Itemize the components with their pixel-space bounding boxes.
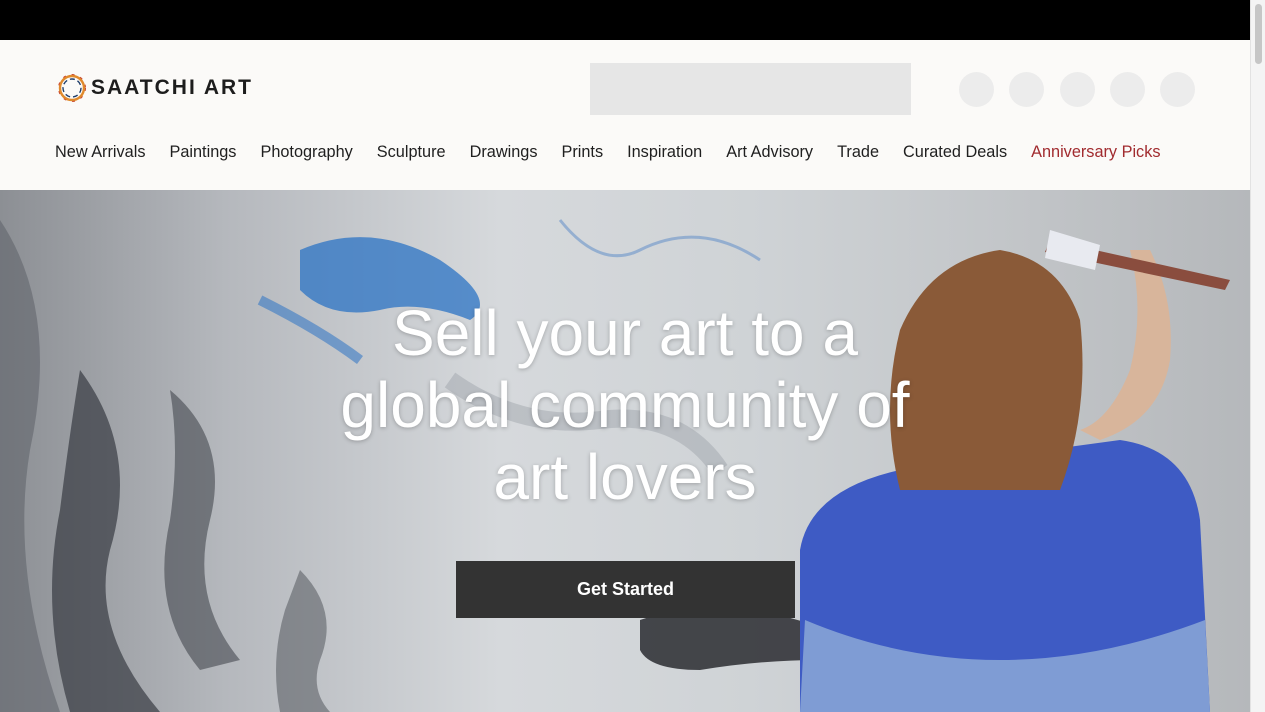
nav-item-anniversary-picks[interactable]: Anniversary Picks	[1031, 143, 1160, 162]
search-input[interactable]	[590, 63, 911, 115]
cart-icon[interactable]	[1160, 72, 1195, 107]
nav-item-sculpture[interactable]: Sculpture	[377, 143, 446, 162]
brand-name: SAATCHI ART	[91, 76, 253, 99]
heart-icon[interactable]	[1110, 72, 1145, 107]
nav-item-curated-deals[interactable]: Curated Deals	[903, 143, 1007, 162]
logo-mark-icon	[58, 74, 86, 102]
hero-title-line-1: Sell your art to a	[392, 297, 858, 369]
message-icon[interactable]	[1060, 72, 1095, 107]
nav-item-inspiration[interactable]: Inspiration	[627, 143, 702, 162]
nav-item-prints[interactable]: Prints	[561, 143, 603, 162]
nav-item-art-advisory[interactable]: Art Advisory	[726, 143, 813, 162]
nav-item-trade[interactable]: Trade	[837, 143, 879, 162]
hero-banner: Sell your art to a global community of a…	[0, 190, 1250, 712]
saatchi-art-logo[interactable]: SAATCHI ART	[57, 73, 253, 103]
nav-item-drawings[interactable]: Drawings	[470, 143, 538, 162]
site-header: SAATCHI ART New Arrivals Paintings Photo…	[0, 40, 1250, 190]
hero-title: Sell your art to a global community of a…	[310, 297, 940, 513]
hero-title-line-2: global community of	[340, 369, 910, 441]
scrollbar-thumb[interactable]	[1255, 4, 1262, 64]
hero-title-line-3: art lovers	[493, 441, 757, 513]
globe-icon[interactable]	[1009, 72, 1044, 107]
nav-item-photography[interactable]: Photography	[260, 143, 352, 162]
nav-item-paintings[interactable]: Paintings	[169, 143, 236, 162]
page-scrollbar[interactable]	[1250, 0, 1265, 712]
nav-item-new-arrivals[interactable]: New Arrivals	[55, 143, 145, 162]
user-icon[interactable]	[959, 72, 994, 107]
browser-top-bar	[0, 0, 1250, 40]
get-started-button[interactable]: Get Started	[456, 561, 795, 618]
category-nav: New Arrivals Paintings Photography Sculp…	[55, 143, 1160, 162]
